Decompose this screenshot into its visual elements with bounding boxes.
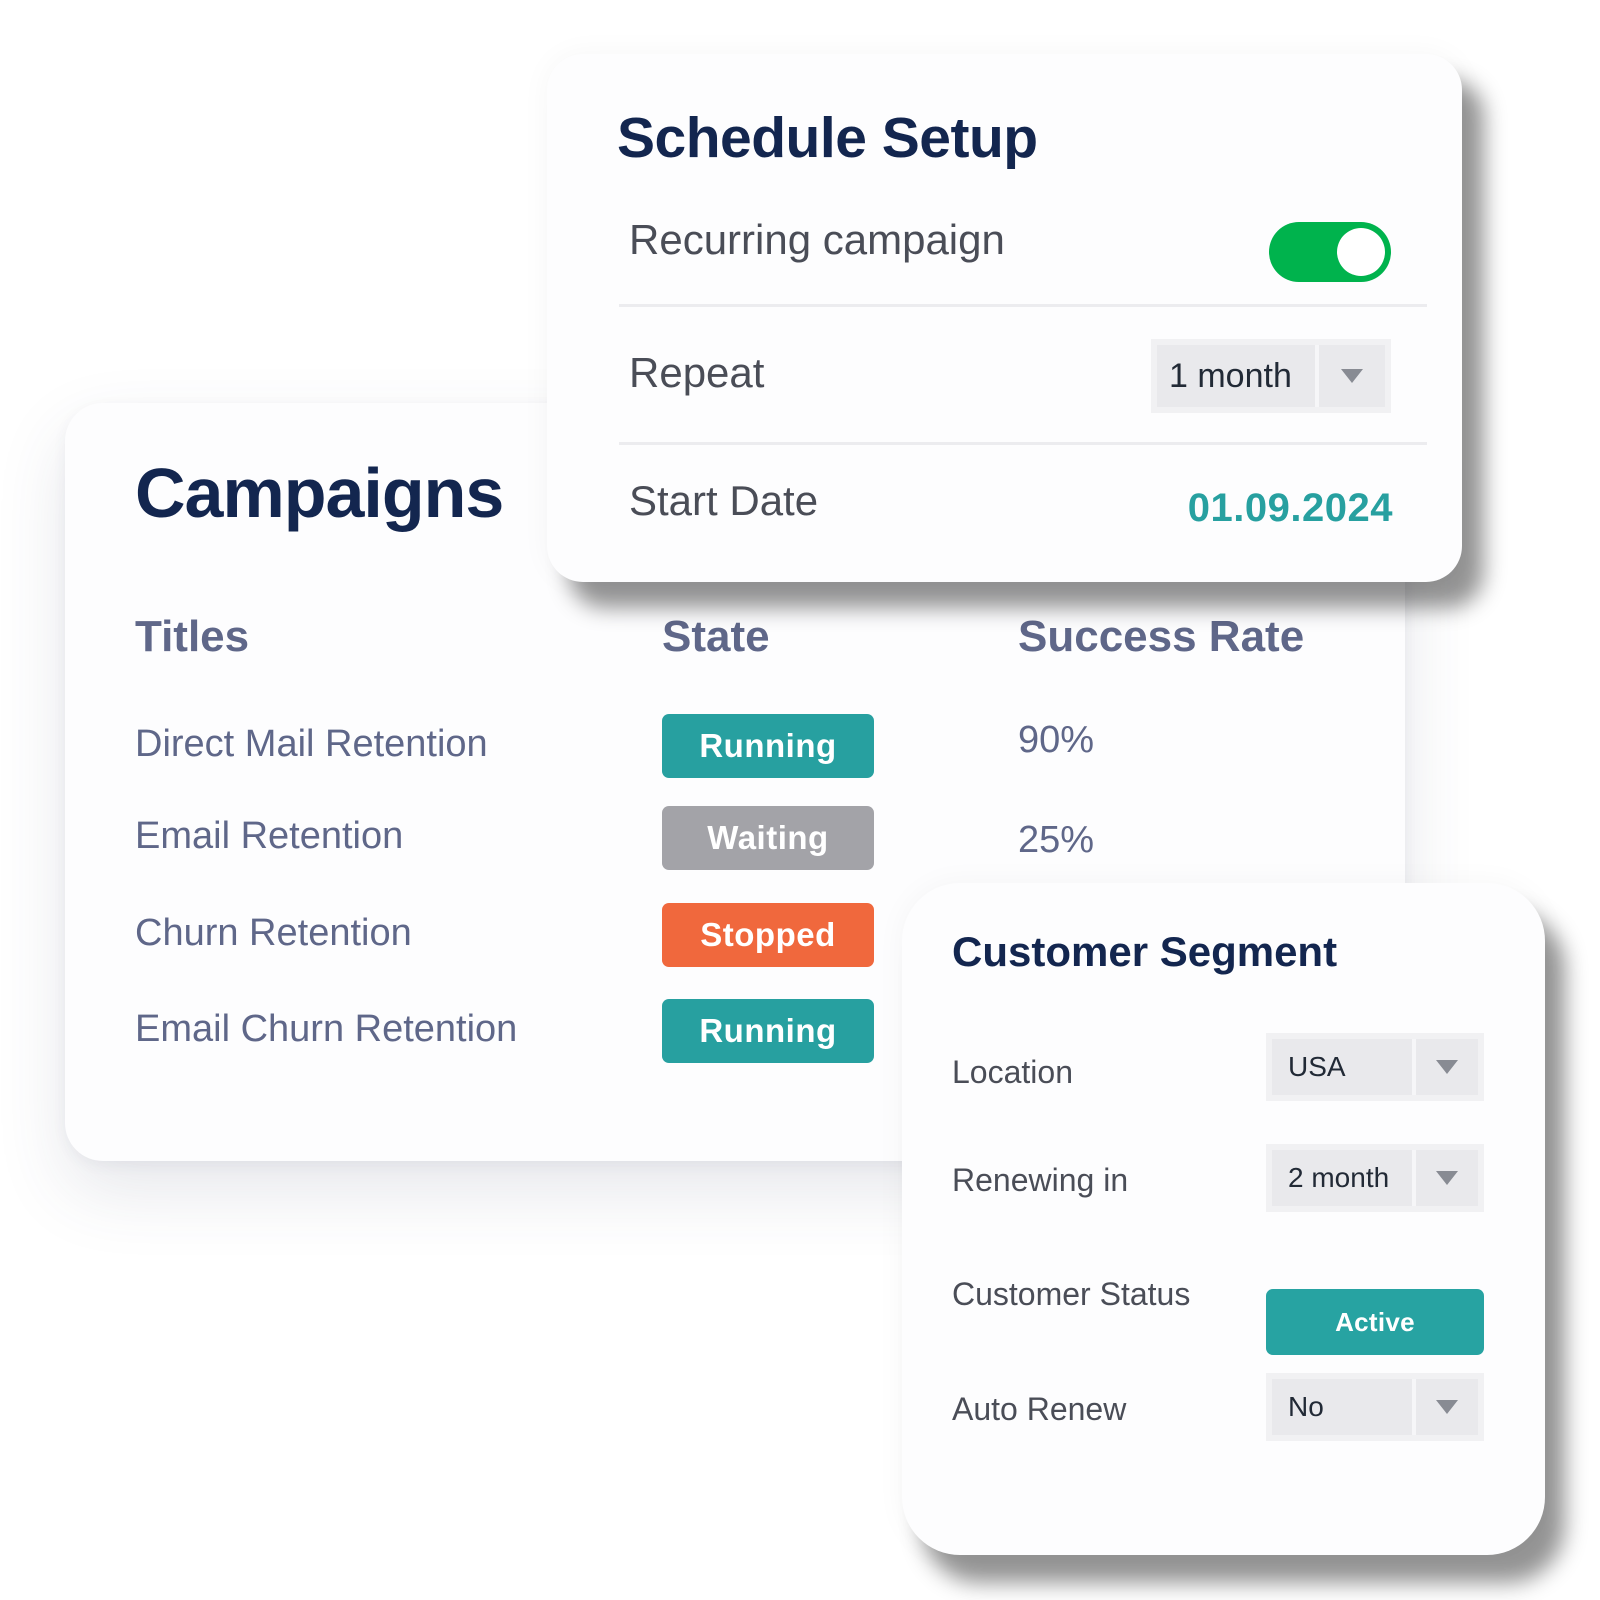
auto-renew-label: Auto Renew bbox=[952, 1391, 1127, 1427]
campaign-title: Direct Mail Retention bbox=[135, 723, 488, 765]
customer-segment-panel: Customer Segment Location USA Renewing i… bbox=[902, 883, 1545, 1555]
location-select[interactable]: USA bbox=[1266, 1033, 1484, 1101]
campaign-row[interactable]: Direct Mail Retention Running 90% bbox=[65, 714, 1405, 778]
chevron-down-icon[interactable] bbox=[1416, 1379, 1478, 1435]
recurring-campaign-label: Recurring campaign bbox=[629, 216, 1005, 263]
success-rate: 25% bbox=[1018, 819, 1095, 861]
campaign-title: Email Retention bbox=[135, 815, 404, 857]
location-label: Location bbox=[952, 1054, 1073, 1090]
divider bbox=[619, 442, 1427, 445]
recurring-campaign-toggle[interactable] bbox=[1269, 222, 1391, 282]
schedule-title: Schedule Setup bbox=[617, 106, 1038, 170]
column-header-state: State bbox=[662, 612, 770, 661]
repeat-label: Repeat bbox=[629, 349, 765, 396]
renewing-in-select[interactable]: 2 month bbox=[1266, 1144, 1484, 1212]
schedule-setup-panel: Schedule Setup Recurring campaign Repeat… bbox=[547, 54, 1462, 582]
renewing-in-label: Renewing in bbox=[952, 1162, 1129, 1198]
chevron-down-icon[interactable] bbox=[1416, 1039, 1478, 1095]
divider bbox=[619, 304, 1427, 307]
auto-renew-select[interactable]: No bbox=[1266, 1373, 1484, 1441]
campaign-row[interactable]: Email Retention Waiting 25% bbox=[65, 806, 1405, 870]
segment-title: Customer Segment bbox=[952, 928, 1338, 975]
start-date-value[interactable]: 01.09.2024 bbox=[1127, 486, 1393, 530]
state-badge: Stopped bbox=[662, 903, 874, 967]
campaigns-title: Campaigns bbox=[135, 454, 504, 532]
column-header-success-rate: Success Rate bbox=[1018, 612, 1305, 661]
customer-status-label: Customer Status bbox=[952, 1276, 1191, 1312]
customer-status-button[interactable]: Active bbox=[1266, 1289, 1484, 1355]
page: Campaigns Titles State Success Rate Dire… bbox=[0, 0, 1600, 1600]
auto-renew-value: No bbox=[1288, 1391, 1324, 1422]
location-value: USA bbox=[1288, 1051, 1346, 1082]
repeat-select[interactable]: 1 month bbox=[1151, 339, 1391, 413]
column-header-titles: Titles bbox=[135, 612, 250, 661]
chevron-down-icon[interactable] bbox=[1319, 345, 1385, 407]
success-rate: 90% bbox=[1018, 719, 1095, 761]
repeat-value: 1 month bbox=[1169, 356, 1292, 395]
state-badge: Running bbox=[662, 999, 874, 1063]
chevron-down-icon[interactable] bbox=[1416, 1150, 1478, 1206]
campaign-title: Email Churn Retention bbox=[135, 1008, 518, 1050]
renewing-in-value: 2 month bbox=[1288, 1162, 1390, 1193]
campaign-title: Churn Retention bbox=[135, 912, 412, 954]
toggle-knob bbox=[1337, 228, 1385, 276]
state-badge: Running bbox=[662, 714, 874, 778]
start-date-label: Start Date bbox=[629, 477, 819, 524]
state-badge: Waiting bbox=[662, 806, 874, 870]
